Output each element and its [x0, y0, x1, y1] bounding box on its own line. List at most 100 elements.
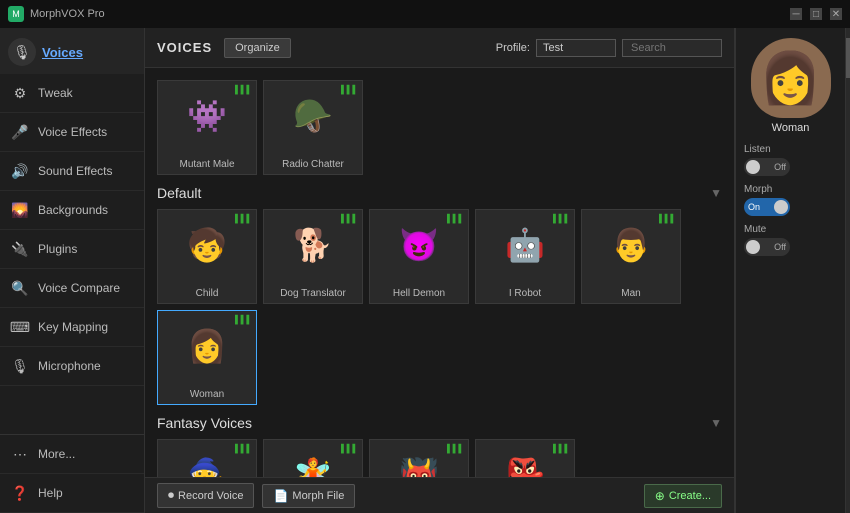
sound-effects-icon: 🔊	[10, 161, 30, 181]
voice-label-i-robot: I Robot	[476, 288, 574, 299]
voices-icon: 🎙	[8, 38, 36, 66]
app-icon: M	[8, 6, 24, 22]
scrollbar-thumb	[846, 38, 850, 78]
default-collapse-icon[interactable]: ▼	[710, 186, 722, 200]
sidebar-item-help[interactable]: ❓ Help	[0, 474, 144, 513]
hell-demon-avatar: 😈	[385, 212, 453, 277]
sidebar-item-key-mapping[interactable]: ⌨ Key Mapping	[0, 308, 144, 347]
record-voice-label: Record Voice	[178, 490, 243, 502]
man-avatar: 👨	[597, 212, 665, 277]
profile-label: Profile:	[496, 42, 530, 54]
fantasy-collapse-icon[interactable]: ▼	[710, 416, 722, 430]
fantasy-section-header: Fantasy Voices ▼	[157, 415, 722, 431]
sidebar-label-microphone: Microphone	[38, 359, 101, 373]
content-area: VOICES Organize Profile: Test 👾 ▌▌▌ Muta…	[145, 28, 734, 513]
voice-card-dog-translator[interactable]: 🐕 ▌▌▌ Dog Translator	[263, 209, 363, 304]
record-voice-button[interactable]: ⏺ Record Voice	[157, 483, 254, 508]
signal-icon-radio: ▌▌▌	[341, 85, 358, 94]
listen-toggle-thumb	[746, 160, 760, 174]
selected-voice-image: 👩	[751, 38, 831, 118]
woman-avatar: 👩	[173, 313, 241, 378]
sidebar-voices-header[interactable]: 🎙 Voices	[0, 28, 144, 74]
signal-icon-mutant: ▌▌▌	[235, 85, 252, 94]
morph-state: On	[748, 202, 760, 212]
voice-card-radio-chatter[interactable]: 🪖 ▌▌▌ Radio Chatter	[263, 80, 363, 175]
sidebar-label-help: Help	[38, 486, 63, 500]
voice-card-i-robot[interactable]: 🤖 ▌▌▌ I Robot	[475, 209, 575, 304]
default-section-title: Default	[157, 185, 201, 201]
voice-card-child[interactable]: 🧒 ▌▌▌ Child	[157, 209, 257, 304]
signal-icon-child: ▌▌▌	[235, 214, 252, 223]
sidebar-item-sound-effects[interactable]: 🔊 Sound Effects	[0, 152, 144, 191]
voice-card-dwarf[interactable]: 🧙 ▌▌▌ Dwarf	[157, 439, 257, 477]
voice-card-nasty-gnome[interactable]: 👺 ▌▌▌ Nasty Gnome	[475, 439, 575, 477]
sidebar-item-tweak[interactable]: ⚙ Tweak	[0, 74, 144, 113]
voice-card-woman[interactable]: 👩 ▌▌▌ Woman	[157, 310, 257, 405]
organize-button[interactable]: Organize	[224, 38, 291, 58]
signal-icon-pixie: ▌▌▌	[341, 444, 358, 453]
right-scrollbar	[845, 28, 850, 513]
default-voice-grid: 🧒 ▌▌▌ Child 🐕 ▌▌▌ Dog Translator 😈 ▌▌▌ H…	[157, 209, 722, 405]
voice-label-woman: Woman	[158, 389, 256, 400]
main-area: 🎙 Voices ⚙ Tweak 🎤 Voice Effects 🔊 Sound…	[0, 28, 850, 513]
minimize-button[interactable]: ─	[790, 8, 802, 20]
child-avatar: 🧒	[173, 212, 241, 277]
right-panel: 👩 Woman Listen Off Morph On Mute	[735, 28, 845, 513]
sidebar-label-tweak: Tweak	[38, 86, 73, 100]
selected-voice-name: Woman	[772, 122, 810, 134]
voice-card-giant[interactable]: 👹 ▌▌▌ Giant	[369, 439, 469, 477]
morph-toggle-thumb	[774, 200, 788, 214]
create-button[interactable]: ⊕ Create...	[644, 484, 722, 508]
female-pixie-avatar: 🧚	[279, 442, 347, 477]
plugins-icon: 🔌	[10, 239, 30, 259]
voice-card-hell-demon[interactable]: 😈 ▌▌▌ Hell Demon	[369, 209, 469, 304]
voice-label-hell-demon: Hell Demon	[370, 288, 468, 299]
sidebar-item-more[interactable]: ⋯ More...	[0, 435, 144, 474]
listen-toggle[interactable]: Off	[744, 158, 790, 176]
signal-icon-woman: ▌▌▌	[235, 315, 252, 324]
close-button[interactable]: ✕	[830, 8, 842, 20]
dwarf-avatar: 🧙	[173, 442, 241, 477]
morph-file-label: Morph File	[292, 490, 344, 502]
search-input[interactable]	[622, 39, 722, 57]
voice-card-female-pixie[interactable]: 🧚 ▌▌▌ Female Pixie	[263, 439, 363, 477]
mutant-male-avatar: 👾	[173, 83, 241, 148]
voices-scroll-area[interactable]: 👾 ▌▌▌ Mutant Male 🪖 ▌▌▌ Radio Chatter De…	[145, 68, 734, 477]
morph-file-button[interactable]: 📄 Morph File	[262, 484, 355, 508]
mute-label: Mute	[744, 224, 837, 235]
microphone-icon: 🎙	[10, 356, 30, 376]
voice-effects-icon: 🎤	[10, 122, 30, 142]
tweak-icon: ⚙	[10, 83, 30, 103]
titlebar-controls: ─ □ ✕	[790, 8, 842, 20]
featured-voice-grid: 👾 ▌▌▌ Mutant Male 🪖 ▌▌▌ Radio Chatter	[157, 80, 722, 175]
mute-toggle[interactable]: Off	[744, 238, 790, 256]
mute-toggle-thumb	[746, 240, 760, 254]
signal-icon-dog: ▌▌▌	[341, 214, 358, 223]
maximize-button[interactable]: □	[810, 8, 822, 20]
morph-toggle[interactable]: On	[744, 198, 790, 216]
profile-select[interactable]: Test	[536, 39, 616, 57]
dog-translator-avatar: 🐕	[279, 212, 347, 277]
voice-compare-icon: 🔍	[10, 278, 30, 298]
listen-state: Off	[774, 162, 786, 172]
create-icon: ⊕	[655, 489, 665, 503]
backgrounds-icon: 🌄	[10, 200, 30, 220]
sidebar-item-backgrounds[interactable]: 🌄 Backgrounds	[0, 191, 144, 230]
sidebar-item-microphone[interactable]: 🎙 Microphone	[0, 347, 144, 386]
sidebar-label-plugins: Plugins	[38, 242, 77, 256]
voice-card-mutant-male[interactable]: 👾 ▌▌▌ Mutant Male	[157, 80, 257, 175]
sidebar-item-voice-compare[interactable]: 🔍 Voice Compare	[0, 269, 144, 308]
giant-avatar: 👹	[385, 442, 453, 477]
sidebar-item-voice-effects[interactable]: 🎤 Voice Effects	[0, 113, 144, 152]
sidebar-label-sound-effects: Sound Effects	[38, 164, 113, 178]
nasty-gnome-avatar: 👺	[491, 442, 559, 477]
sidebar-label-backgrounds: Backgrounds	[38, 203, 108, 217]
morph-label: Morph	[744, 184, 837, 195]
default-section-header: Default ▼	[157, 185, 722, 201]
voice-card-man[interactable]: 👨 ▌▌▌ Man	[581, 209, 681, 304]
sidebar-item-plugins[interactable]: 🔌 Plugins	[0, 230, 144, 269]
titlebar-left: M MorphVOX Pro	[8, 6, 105, 22]
key-mapping-icon: ⌨	[10, 317, 30, 337]
mute-control: Mute Off	[744, 224, 837, 256]
help-icon: ❓	[10, 483, 30, 503]
